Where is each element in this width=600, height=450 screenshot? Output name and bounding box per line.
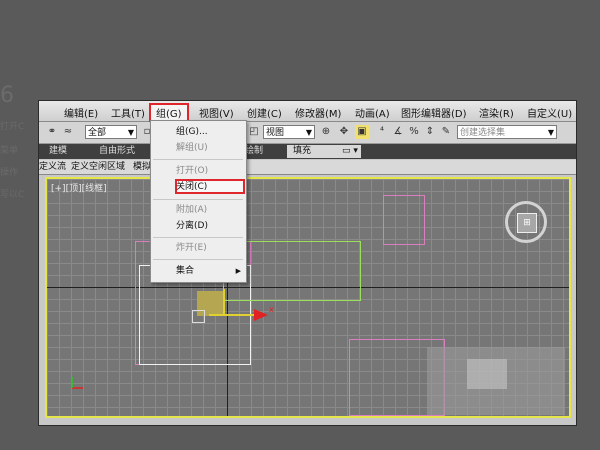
viewcube-icon[interactable]: ⊞	[505, 201, 547, 243]
named-selection-placeholder: 创建选择集	[460, 128, 506, 138]
unlink-icon[interactable]: ≈	[61, 125, 75, 139]
move-icon[interactable]: ✥	[337, 125, 351, 139]
menu-item-assembly[interactable]: 集合	[176, 266, 194, 277]
background-ghost-line: 打开C	[0, 122, 25, 132]
menu-edit[interactable]: 编辑(E)	[64, 105, 98, 120]
pink-object-outline[interactable]	[383, 195, 425, 245]
populate-subbar: 定义流 定义空闲区域 模拟	[39, 160, 576, 175]
ribbon-tab-populate[interactable]: 填充	[287, 145, 339, 158]
named-selection-dropdown[interactable]: 创建选择集 ▼	[457, 125, 557, 139]
axis-tripod-icon	[71, 377, 83, 389]
selection-filter-value: 全部	[88, 128, 107, 138]
ribbon-tab-freeform[interactable]: 自由形式	[93, 145, 141, 158]
background-ghost-line: 菜单	[0, 146, 19, 156]
subtab-define-flows[interactable]: 定义流	[39, 161, 66, 173]
menu-item-group[interactable]: 组(G)...	[176, 127, 208, 138]
menu-animation[interactable]: 动画(A)	[355, 105, 390, 120]
dropdown-arrow-icon: ▼	[547, 128, 554, 137]
background-ghost-line: 操作	[0, 168, 19, 178]
select-manipulate-icon[interactable]: ▣	[355, 125, 369, 139]
percent-snap-icon[interactable]: %	[407, 125, 421, 139]
menu-separator	[153, 237, 243, 238]
menu-separator	[153, 259, 243, 260]
reference-coordinate-value: 视图	[266, 128, 285, 138]
menu-view[interactable]: 视图(V)	[199, 105, 234, 120]
select-region-icon[interactable]: ◰	[247, 125, 261, 139]
menu-item-ungroup[interactable]: 解组(U)	[176, 143, 208, 154]
move-gizmo-y-axis[interactable]	[223, 289, 225, 315]
background-ghost-line: 写以C	[0, 190, 25, 200]
menu-item-detach[interactable]: 分离(D)	[176, 221, 208, 232]
menu-item-attach[interactable]: 附加(A)	[176, 205, 207, 216]
blurred-watermark	[467, 359, 507, 389]
subtab-simulate[interactable]: 模拟	[133, 161, 151, 173]
dropdown-arrow-icon: ▼	[127, 128, 134, 137]
small-object-outline[interactable]	[192, 310, 205, 323]
angle-snap-icon[interactable]: ∡	[391, 125, 405, 139]
move-gizmo-x-axis[interactable]	[209, 314, 259, 316]
menu-create[interactable]: 创建(C)	[247, 105, 282, 120]
dropdown-arrow-icon: ▼	[305, 128, 312, 137]
menu-tools[interactable]: 工具(T)	[111, 105, 145, 120]
move-gizmo-arrow-icon[interactable]	[254, 309, 268, 321]
top-viewport[interactable]: [+][顶][线框] x ⊞	[45, 177, 571, 418]
menu-rendering[interactable]: 渲染(R)	[479, 105, 514, 120]
menu-item-open[interactable]: 打开(O)	[176, 166, 208, 177]
menu-modifiers[interactable]: 修改器(M)	[295, 105, 341, 120]
app-window: 编辑(E) 工具(T) 组(G) 视图(V) 创建(C) 修改器(M) 动画(A…	[38, 100, 577, 426]
reference-coordinate-dropdown[interactable]: 视图 ▼	[263, 125, 315, 139]
selection-filter-dropdown[interactable]: 全部 ▼	[85, 125, 137, 139]
ribbon-bar: 建模 自由形式 绘制 填充 ▭ ▾	[39, 144, 576, 159]
menu-item-explode[interactable]: 炸开(E)	[176, 243, 207, 254]
ribbon-options-icon[interactable]: ▭ ▾	[339, 145, 361, 158]
group-dropdown-menu: 组(G)... 解组(U) 打开(O) 关闭(C) 附加(A) 分离(D) 炸开…	[150, 120, 247, 283]
menu-separator	[153, 159, 243, 160]
viewcube-face[interactable]: ⊞	[517, 213, 537, 233]
viewport-label[interactable]: [+][顶][线框]	[51, 181, 107, 194]
pivot-icon[interactable]: ⊕	[319, 125, 333, 139]
link-icon[interactable]: ⚭	[45, 125, 59, 139]
gizmo-x-label: x	[269, 305, 274, 314]
main-toolbar: ⚭ ≈ 全部 ▼ ▫ ◰ 视图 ▼ ⊕ ✥ ▣ ⁴ ∡ % ⇕ ✎ 创建选择集 …	[39, 122, 576, 144]
menu-separator	[153, 199, 243, 200]
background-ghost-number: 6	[0, 83, 14, 108]
snap-icon[interactable]: ⁴	[375, 125, 389, 139]
menu-customize[interactable]: 自定义(U)	[527, 105, 572, 120]
spinner-snap-icon[interactable]: ⇕	[423, 125, 437, 139]
subtab-define-idle-areas[interactable]: 定义空闲区域	[71, 161, 125, 173]
submenu-arrow-icon: ▶	[235, 267, 241, 275]
menu-bar: 编辑(E) 工具(T) 组(G) 视图(V) 创建(C) 修改器(M) 动画(A…	[39, 101, 576, 122]
menu-item-close[interactable]: 关闭(C)	[176, 182, 207, 193]
menu-graph-editors[interactable]: 图形编辑器(D)	[401, 105, 467, 120]
ribbon-tab-modeling[interactable]: 建模	[43, 145, 73, 158]
edit-named-selection-icon[interactable]: ✎	[439, 125, 453, 139]
